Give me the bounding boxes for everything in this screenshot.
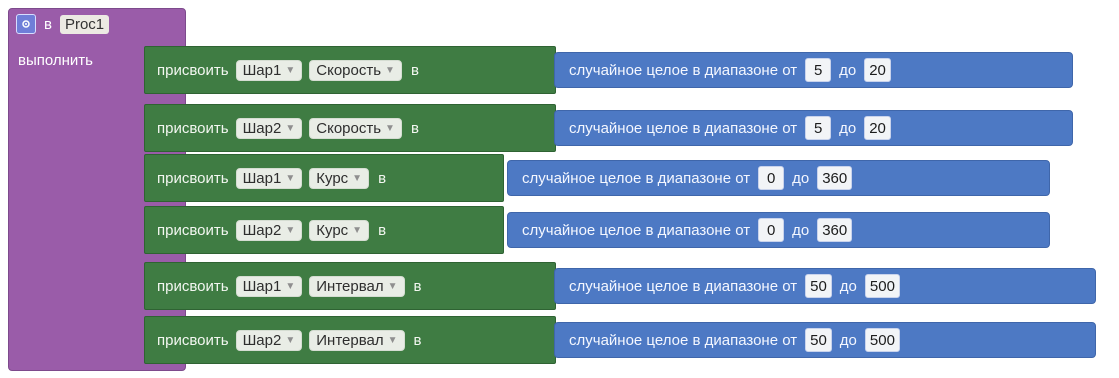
object-dropdown-label: Шар2: [242, 331, 282, 349]
to-label: до: [839, 61, 857, 79]
property-dropdown[interactable]: Курс ▼: [309, 219, 370, 241]
into-label: в: [378, 169, 387, 187]
chevron-down-icon: ▼: [387, 280, 398, 292]
to-field[interactable]: 500: [864, 328, 900, 352]
random-label: случайное целое в диапазоне от: [569, 119, 798, 137]
from-field[interactable]: 0: [758, 218, 785, 242]
random-label: случайное целое в диапазоне от: [569, 61, 798, 79]
chevron-down-icon: ▼: [285, 172, 296, 184]
into-label: в: [410, 119, 419, 137]
property-dropdown[interactable]: Скорость ▼: [309, 59, 402, 81]
to-label: до: [839, 119, 857, 137]
setter-verb: присвоить: [157, 277, 229, 295]
chevron-down-icon: ▼: [385, 64, 395, 76]
to-field[interactable]: 20: [864, 58, 891, 82]
chevron-down-icon: ▼: [352, 172, 363, 184]
chevron-down-icon: ▼: [285, 64, 296, 76]
chevron-down-icon: ▼: [285, 334, 296, 346]
random-integer-block-4[interactable]: случайное целое в диапазоне от 0 до 360: [507, 212, 1050, 248]
property-dropdown-label: Курс: [316, 169, 349, 187]
object-dropdown-label: Шар1: [242, 61, 282, 79]
random-label: случайное целое в диапазоне от: [522, 221, 751, 239]
setter-verb: присвоить: [157, 119, 229, 137]
from-field[interactable]: 50: [805, 274, 832, 298]
setter-verb: присвоить: [157, 331, 229, 349]
gear-icon[interactable]: [16, 14, 36, 34]
setter-block-3[interactable]: присвоить Шар1 ▼ Курс ▼ в: [144, 154, 504, 202]
setter-block-1[interactable]: присвоить Шар1 ▼ Скорость ▼ в: [144, 46, 556, 94]
property-dropdown-label: Скорость: [316, 119, 382, 137]
procedure-prefix: в: [44, 15, 52, 33]
setter-verb: присвоить: [157, 169, 229, 187]
property-dropdown-label: Скорость: [316, 61, 382, 79]
property-dropdown[interactable]: Скорость ▼: [309, 117, 402, 139]
object-dropdown[interactable]: Шар1 ▼: [235, 167, 303, 189]
to-label: до: [792, 221, 810, 239]
from-field[interactable]: 5: [805, 116, 832, 140]
object-dropdown-label: Шар1: [242, 169, 282, 187]
into-label: в: [413, 331, 422, 349]
object-dropdown-label: Шар1: [242, 277, 282, 295]
into-label: в: [378, 221, 387, 239]
chevron-down-icon: ▼: [285, 224, 296, 236]
random-integer-block-5[interactable]: случайное целое в диапазоне от 50 до 500: [554, 268, 1096, 304]
chevron-down-icon: ▼: [285, 280, 296, 292]
from-field[interactable]: 5: [805, 58, 832, 82]
property-dropdown[interactable]: Интервал ▼: [309, 329, 405, 351]
random-label: случайное целое в диапазоне от: [569, 277, 798, 295]
property-dropdown-label: Интервал: [316, 277, 384, 295]
to-field[interactable]: 20: [864, 116, 891, 140]
object-dropdown[interactable]: Шар2 ▼: [235, 219, 303, 241]
property-dropdown[interactable]: Курс ▼: [309, 167, 370, 189]
random-label: случайное целое в диапазоне от: [522, 169, 751, 187]
procedure-name-field[interactable]: Proc1: [59, 14, 110, 34]
into-label: в: [413, 277, 422, 295]
object-dropdown-label: Шар2: [242, 119, 282, 137]
setter-block-6[interactable]: присвоить Шар2 ▼ Интервал ▼ в: [144, 316, 556, 364]
object-dropdown[interactable]: Шар2 ▼: [235, 329, 303, 351]
to-label: до: [792, 169, 810, 187]
do-label: выполнить: [18, 52, 93, 69]
to-field[interactable]: 360: [817, 166, 853, 190]
object-dropdown[interactable]: Шар1 ▼: [235, 275, 303, 297]
setter-verb: присвоить: [157, 61, 229, 79]
random-integer-block-6[interactable]: случайное целое в диапазоне от 50 до 500: [554, 322, 1096, 358]
setter-block-5[interactable]: присвоить Шар1 ▼ Интервал ▼ в: [144, 262, 556, 310]
from-field[interactable]: 50: [805, 328, 832, 352]
into-label: в: [410, 61, 419, 79]
property-dropdown-label: Интервал: [316, 331, 384, 349]
to-field[interactable]: 500: [864, 274, 900, 298]
to-label: до: [839, 331, 857, 349]
object-dropdown[interactable]: Шар1 ▼: [235, 59, 303, 81]
property-dropdown[interactable]: Интервал ▼: [309, 275, 405, 297]
procedure-header: в Proc1: [16, 12, 110, 36]
property-dropdown-label: Курс: [316, 221, 349, 239]
random-label: случайное целое в диапазоне от: [569, 331, 798, 349]
object-dropdown-label: Шар2: [242, 221, 282, 239]
to-label: до: [839, 277, 857, 295]
setter-block-4[interactable]: присвоить Шар2 ▼ Курс ▼ в: [144, 206, 504, 254]
chevron-down-icon: ▼: [385, 122, 395, 134]
random-integer-block-1[interactable]: случайное целое в диапазоне от 5 до 20: [554, 52, 1073, 88]
random-integer-block-2[interactable]: случайное целое в диапазоне от 5 до 20: [554, 110, 1073, 146]
object-dropdown[interactable]: Шар2 ▼: [235, 117, 303, 139]
from-field[interactable]: 0: [758, 166, 785, 190]
to-field[interactable]: 360: [817, 218, 853, 242]
setter-block-2[interactable]: присвоить Шар2 ▼ Скорость ▼ в: [144, 104, 556, 152]
chevron-down-icon: ▼: [352, 224, 363, 236]
setter-verb: присвоить: [157, 221, 229, 239]
chevron-down-icon: ▼: [285, 122, 296, 134]
random-integer-block-3[interactable]: случайное целое в диапазоне от 0 до 360: [507, 160, 1050, 196]
chevron-down-icon: ▼: [387, 334, 398, 346]
